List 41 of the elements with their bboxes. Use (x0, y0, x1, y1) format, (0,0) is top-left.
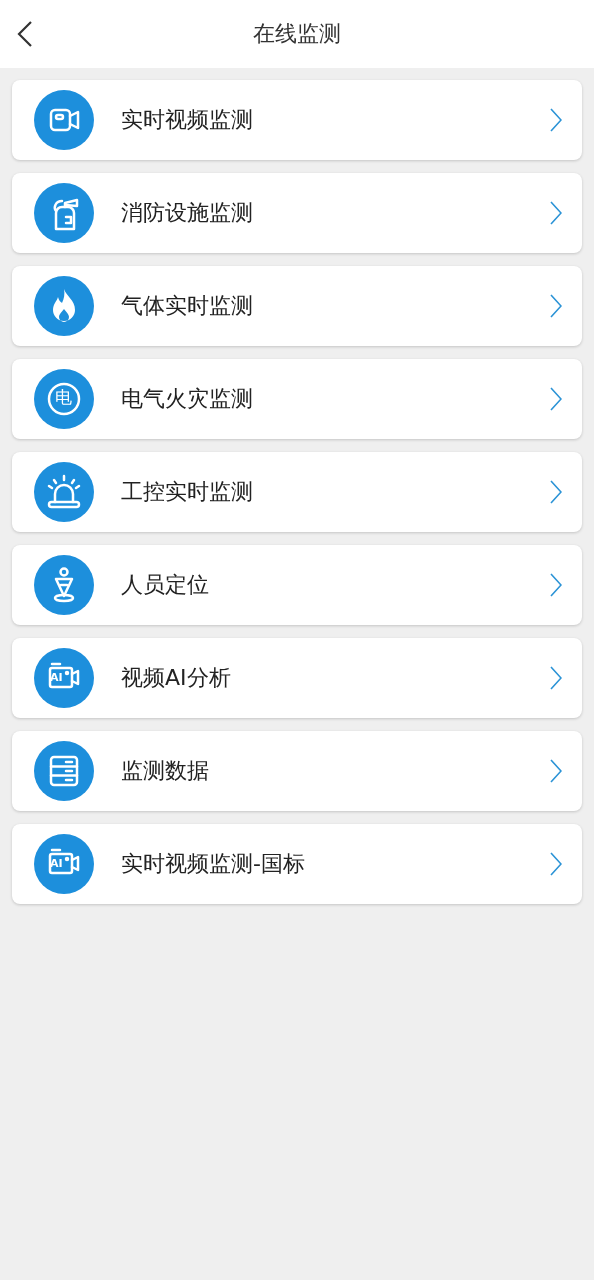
chevron-right-icon (550, 294, 562, 318)
menu-label: 视频AI分析 (121, 664, 232, 692)
icon-label: AI (50, 672, 63, 683)
chevron-right-icon (550, 573, 562, 597)
page-title: 在线监测 (253, 20, 341, 48)
menu-label: 人员定位 (121, 571, 210, 599)
menu-item[interactable]: 消防设施监测 (12, 173, 582, 253)
flame-icon (34, 276, 94, 336)
electric-icon (34, 369, 94, 429)
menu-label: 实时视频监测 (121, 106, 254, 134)
menu-item[interactable]: AI 实时视频监测-国标 (12, 824, 582, 904)
menu-label: 气体实时监测 (121, 292, 254, 320)
ai-camera-icon (34, 648, 94, 708)
menu-item[interactable]: 电 电气火灾监测 (12, 359, 582, 439)
video-camera-icon (34, 90, 94, 150)
alarm-light-icon (34, 462, 94, 522)
icon-label: AI (50, 858, 63, 869)
chevron-right-icon (550, 759, 562, 783)
menu-item[interactable]: 实时视频监测 (12, 80, 582, 160)
menu-item[interactable]: 人员定位 (12, 545, 582, 625)
chevron-right-icon (550, 387, 562, 411)
menu-item[interactable]: 工控实时监测 (12, 452, 582, 532)
chevron-right-icon (550, 666, 562, 690)
chevron-right-icon (550, 201, 562, 225)
icon-label: 电 (55, 389, 72, 406)
menu-item[interactable]: AI 视频AI分析 (12, 638, 582, 718)
fire-extinguisher-icon (34, 183, 94, 243)
chevron-right-icon (550, 852, 562, 876)
menu-label: 电气火灾监测 (121, 385, 254, 413)
menu-label: 消防设施监测 (121, 199, 254, 227)
back-icon (17, 20, 33, 48)
chevron-right-icon (550, 108, 562, 132)
server-icon (34, 741, 94, 801)
menu-item[interactable]: 气体实时监测 (12, 266, 582, 346)
menu-item[interactable]: 监测数据 (12, 731, 582, 811)
location-pin-icon (34, 555, 94, 615)
ai-camera-icon (34, 834, 94, 894)
menu-label: 监测数据 (121, 757, 210, 785)
chevron-right-icon (550, 480, 562, 504)
menu-label: 实时视频监测-国标 (121, 850, 306, 878)
menu-label: 工控实时监测 (121, 478, 254, 506)
